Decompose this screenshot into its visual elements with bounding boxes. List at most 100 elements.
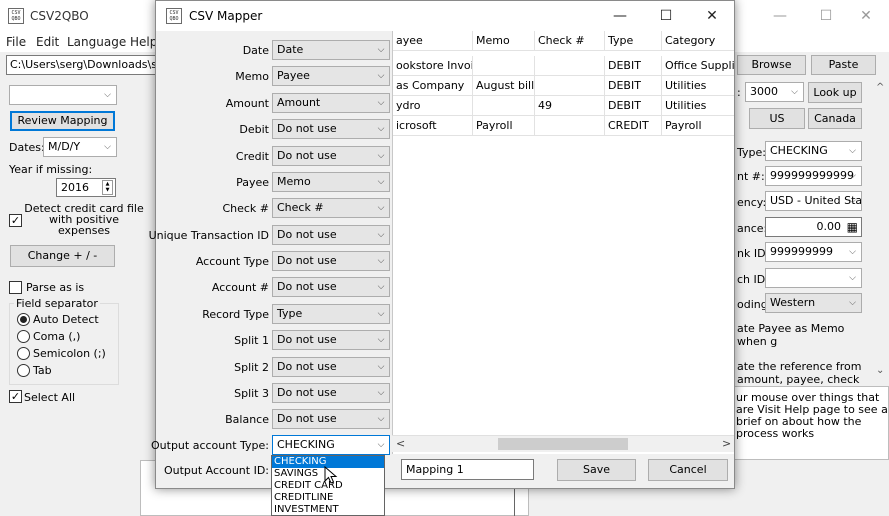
right-scrollbar[interactable]: ^ ⌄: [872, 80, 889, 385]
map-label: Check #: [222, 202, 269, 215]
sep-coma-radio[interactable]: [17, 330, 30, 343]
account-combo[interactable]: ⌵: [9, 85, 117, 105]
sep-auto-label: Auto Detect: [33, 313, 99, 326]
scroll-thumb[interactable]: [498, 438, 628, 450]
mapping-name-input[interactable]: Mapping 1: [401, 459, 534, 480]
map-value: Type: [277, 307, 303, 320]
grid-header: ayee Memo Check # Type Category: [393, 31, 734, 51]
main-minimize-button[interactable]: —: [757, 0, 803, 32]
sep-tab-radio[interactable]: [17, 364, 30, 377]
sep-semicolon-radio[interactable]: [17, 347, 30, 360]
acct-combo[interactable]: 999999999999 ⌵: [765, 166, 862, 186]
paste-button[interactable]: Paste: [811, 55, 876, 75]
map-value: Payee: [277, 69, 310, 82]
map-combo-memo[interactable]: Payee ⌵: [272, 66, 390, 86]
parse-checkbox[interactable]: [9, 281, 22, 294]
scroll-left-icon[interactable]: <: [396, 437, 405, 450]
dates-label: Dates:: [9, 141, 45, 154]
branchid-combo[interactable]: ⌵: [765, 268, 862, 288]
column-header[interactable]: Check #: [535, 31, 605, 51]
us-button[interactable]: US: [749, 108, 805, 129]
column-header[interactable]: Type: [605, 31, 662, 51]
map-combo-debit[interactable]: Do not use ⌵: [272, 119, 390, 139]
mapper-titlebar: CSV QBO CSV Mapper — ☐ ✕: [156, 1, 734, 31]
map-combo-split1[interactable]: Do not use ⌵: [272, 330, 390, 350]
table-row[interactable]: icrosoft Payroll CREDIT Payroll: [393, 116, 734, 136]
chevron-down-icon: ⌵: [849, 298, 856, 308]
menu-help[interactable]: Help: [130, 35, 157, 49]
map-combo-split2[interactable]: Do not use ⌵: [272, 357, 390, 377]
main-close-button[interactable]: ✕: [843, 0, 889, 32]
lookup-combo[interactable]: 3000 ⌵: [745, 82, 804, 102]
map-value: Do not use: [277, 280, 337, 293]
chevron-down-icon: ⌵: [377, 230, 385, 240]
menu-language[interactable]: Language: [67, 35, 126, 49]
type-combo[interactable]: CHECKING ⌵: [765, 141, 862, 161]
lookup-button[interactable]: Look up: [808, 82, 862, 103]
map-combo-check[interactable]: Check # ⌵: [272, 198, 390, 218]
output-type-value: CHECKING: [277, 438, 335, 451]
payee-memo-option[interactable]: ate Payee as Memo when g: [737, 322, 867, 348]
dropdown-option[interactable]: INVESTMENT: [272, 504, 384, 516]
currency-combo[interactable]: USD - United Sta ⌵: [765, 191, 862, 211]
browse-button[interactable]: Browse: [737, 55, 806, 75]
map-combo-unique-id[interactable]: Do not use ⌵: [272, 225, 390, 245]
year-stepper[interactable]: 2016 ▲ ▼: [56, 178, 116, 197]
column-header[interactable]: Memo: [473, 31, 535, 51]
table-row[interactable]: ydro 49 DEBIT Utilities: [393, 96, 734, 116]
encoding-combo[interactable]: Western ⌵: [765, 293, 862, 313]
balance-input[interactable]: 0.00 ▦: [765, 217, 862, 237]
scroll-down-icon[interactable]: ⌄: [876, 365, 884, 376]
table-cell: Utilities: [662, 96, 734, 116]
spin-icon[interactable]: ▲ ▼: [102, 180, 113, 195]
map-combo-account-number[interactable]: Do not use ⌵: [272, 277, 390, 297]
map-combo-payee[interactable]: Memo ⌵: [272, 172, 390, 192]
mapper-minimize-button[interactable]: —: [597, 1, 643, 31]
chevron-down-icon: ⌵: [849, 171, 856, 181]
scroll-up-icon[interactable]: ^: [876, 82, 884, 93]
table-row[interactable]: as Company August bill DEBIT Utilities: [393, 76, 734, 96]
reference-option[interactable]: ate the reference from amount, payee, ch…: [737, 360, 867, 386]
balance-label: ance:: [737, 222, 768, 235]
table-row[interactable]: ookstore Invoice DEBIT Office Supplies: [393, 56, 734, 76]
review-mapping-button[interactable]: Review Mapping: [10, 111, 115, 131]
map-combo-split3[interactable]: Do not use ⌵: [272, 383, 390, 403]
app-icon: CSV QBO: [8, 8, 24, 24]
dropdown-option[interactable]: CREDITLINE: [272, 492, 384, 504]
file-path-input[interactable]: C:\Users\serg\Downloads\sampl: [6, 55, 158, 75]
column-header[interactable]: Category: [662, 31, 734, 51]
save-button[interactable]: Save: [557, 459, 636, 481]
calculator-icon[interactable]: ▦: [847, 218, 858, 236]
select-all-checkbox[interactable]: ✓: [9, 390, 22, 403]
map-combo-credit[interactable]: Do not use ⌵: [272, 146, 390, 166]
menu-file[interactable]: File: [6, 35, 26, 49]
column-header[interactable]: ayee: [393, 31, 473, 51]
mapper-icon: CSV QBO: [166, 8, 182, 24]
map-combo-balance[interactable]: Do not use ⌵: [272, 409, 390, 429]
map-combo-record-type[interactable]: Type ⌵: [272, 304, 390, 324]
map-value: Do not use: [277, 412, 337, 425]
mapper-maximize-button[interactable]: ☐: [643, 1, 689, 31]
chevron-down-icon: ⌵: [377, 177, 385, 187]
cancel-button[interactable]: Cancel: [648, 459, 728, 481]
grid-horizontal-scrollbar[interactable]: < >: [392, 435, 734, 452]
change-sign-button[interactable]: Change + / -: [10, 245, 115, 267]
sep-auto-radio[interactable]: [17, 313, 30, 326]
menu-edit[interactable]: Edit: [36, 35, 59, 49]
chevron-down-icon: ⌵: [377, 282, 385, 292]
canada-button[interactable]: Canada: [808, 108, 862, 129]
bankid-combo[interactable]: 999999999 ⌵: [765, 242, 862, 262]
mapper-close-button[interactable]: ✕: [689, 1, 735, 31]
map-label: Split 1: [234, 334, 269, 347]
map-value: Do not use: [277, 386, 337, 399]
map-combo-account-type[interactable]: Do not use ⌵: [272, 251, 390, 271]
map-combo-amount[interactable]: Amount ⌵: [272, 93, 390, 113]
scroll-right-icon[interactable]: >: [722, 437, 731, 450]
detect-checkbox[interactable]: ✓: [9, 214, 22, 227]
output-type-combo[interactable]: CHECKING ⌵: [272, 435, 390, 455]
map-combo-date[interactable]: Date ⌵: [272, 40, 390, 60]
hint-text: ur mouse over things that are Visit Help…: [736, 391, 888, 440]
data-grid[interactable]: ayee Memo Check # Type Category ookstore…: [392, 31, 734, 454]
lookup-value: 3000: [750, 85, 778, 98]
dates-combo[interactable]: M/D/Y ⌵: [43, 137, 117, 157]
